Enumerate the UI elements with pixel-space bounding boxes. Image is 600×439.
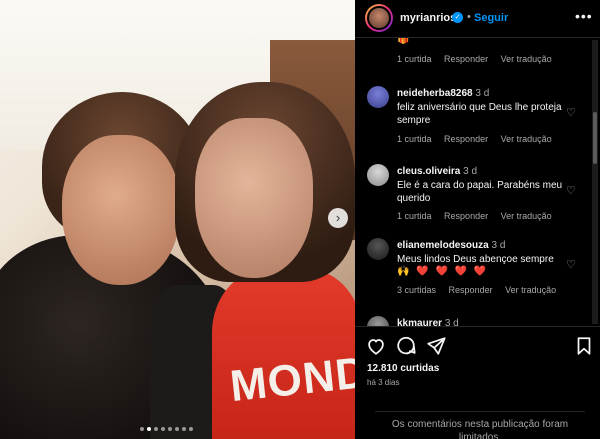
comment-time: 3 d — [475, 88, 490, 99]
follow-button[interactable]: Seguir — [474, 12, 508, 24]
comment-likes-link[interactable]: 3 curtidas — [397, 285, 436, 295]
carousel-dot — [168, 427, 172, 431]
carousel-next-button[interactable]: › — [328, 208, 348, 228]
comment-text: feliz aniversário que Deus lhe proteja s… — [397, 102, 562, 126]
comment-likes-link[interactable]: 1 curtida — [397, 134, 432, 144]
carousel-dot — [161, 427, 165, 431]
comments-limited-notice: Os comentários nesta publicação foram li… — [375, 411, 585, 439]
comment-meta: 1 curtida Responder Ver tradução — [397, 211, 562, 221]
comment-reply-link[interactable]: Responder — [444, 134, 488, 144]
comment-bubble-icon[interactable] — [395, 335, 417, 357]
comment-emoji: 🙌 ❤️ ❤️ ❤️ ❤️ — [397, 266, 489, 277]
comment-username[interactable]: elianemelodesouza — [397, 240, 489, 251]
post-likes-count[interactable]: 12.810 curtidas — [367, 363, 439, 374]
comment-reply-link[interactable]: Responder — [444, 211, 488, 221]
comment-translate-link[interactable]: Ver tradução — [505, 285, 556, 295]
comment-time: 3 d — [491, 240, 506, 251]
comment-username[interactable]: kkmaurer — [397, 318, 442, 326]
photo-woman-face — [62, 135, 180, 285]
comments-list[interactable]: 🎁 1 curtida Responder Ver tradução neide… — [355, 38, 590, 326]
share-send-icon[interactable] — [425, 335, 447, 357]
author-avatar[interactable] — [365, 4, 393, 32]
comment-reply-link[interactable]: Responder — [449, 285, 493, 295]
photo-man-face — [195, 118, 313, 278]
comment-username[interactable]: neideherba8268 — [397, 88, 473, 99]
comment-translate-link[interactable]: Ver tradução — [501, 134, 552, 144]
comment-item: neideherba8268 3 d feliz aniversário que… — [355, 84, 590, 154]
like-comment-heart-icon[interactable]: ♡ — [566, 184, 576, 197]
comment-meta: 3 curtidas Responder Ver tradução — [397, 285, 566, 295]
comment-header: elianemelodesouza 3 d — [397, 240, 505, 251]
comment-meta: 1 curtida Responder Ver tradução — [397, 134, 562, 144]
like-comment-heart-icon[interactable]: ♡ — [566, 258, 576, 271]
author-username[interactable]: myrianrios — [400, 12, 456, 24]
comment-time: 3 d — [444, 318, 459, 326]
comment-time: 3 d — [463, 166, 478, 177]
separator-dot: • — [467, 11, 471, 23]
post-side-panel: myrianrios ✓ • Seguir ••• 🎁 1 curtida Re… — [355, 0, 600, 439]
bookmark-save-icon[interactable] — [573, 335, 595, 357]
post-photo[interactable]: MOND › — [0, 0, 355, 439]
verified-badge-icon: ✓ — [452, 12, 463, 23]
comment-text: Meus lindos Deus abençoe sempre — [397, 254, 554, 265]
post-header: myrianrios ✓ • Seguir ••• — [355, 0, 600, 38]
comment-avatar[interactable] — [367, 316, 389, 326]
shirt-print-text: MOND — [227, 347, 355, 412]
comment-meta: 1 curtida Responder Ver tradução — [397, 54, 562, 64]
comment-item: elianemelodesouza 3 d Meus lindos Deus a… — [355, 236, 590, 306]
carousel-dot — [154, 427, 158, 431]
comment-header: kkmaurer 3 d — [397, 318, 459, 326]
comment-avatar[interactable] — [367, 164, 389, 186]
carousel-dot — [140, 427, 144, 431]
comment-avatar[interactable] — [367, 238, 389, 260]
comment-item: kkmaurer 3 d — [355, 314, 590, 326]
carousel-dot — [175, 427, 179, 431]
comment-header: cleus.oliveira 3 d — [397, 166, 477, 177]
action-bar — [365, 335, 595, 357]
comment-translate-link[interactable]: Ver tradução — [501, 211, 552, 221]
comment-reply-link[interactable]: Responder — [444, 54, 488, 64]
photo-man-red-shirt: MOND — [212, 270, 355, 439]
carousel-dot — [189, 427, 193, 431]
comment-text: Ele é a cara do papai. Parabéns meu quer… — [397, 180, 563, 204]
comment-item: cleus.oliveira 3 d Ele é a cara do papai… — [355, 162, 590, 232]
comment-username[interactable]: cleus.oliveira — [397, 166, 460, 177]
post-time-ago: há 3 dias — [367, 378, 400, 387]
like-heart-icon[interactable] — [365, 335, 387, 357]
carousel-dot — [182, 427, 186, 431]
comment-likes-link[interactable]: 1 curtida — [397, 54, 432, 64]
carousel-dot-active — [147, 427, 151, 431]
more-options-icon[interactable]: ••• — [575, 8, 593, 24]
like-comment-heart-icon[interactable]: ♡ — [566, 106, 576, 119]
comments-scrollbar[interactable] — [592, 40, 598, 324]
carousel-indicator — [140, 427, 193, 431]
comment-avatar[interactable] — [367, 86, 389, 108]
chevron-right-icon: › — [335, 210, 341, 225]
comment-header: neideherba8268 3 d — [397, 88, 489, 99]
comment-likes-link[interactable]: 1 curtida — [397, 211, 432, 221]
comment-emoji: 🎁 — [397, 38, 412, 45]
comment-translate-link[interactable]: Ver tradução — [501, 54, 552, 64]
post-footer: 12.810 curtidas há 3 dias Os comentários… — [355, 326, 600, 439]
comment-item: 🎁 1 curtida Responder Ver tradução — [355, 38, 590, 74]
